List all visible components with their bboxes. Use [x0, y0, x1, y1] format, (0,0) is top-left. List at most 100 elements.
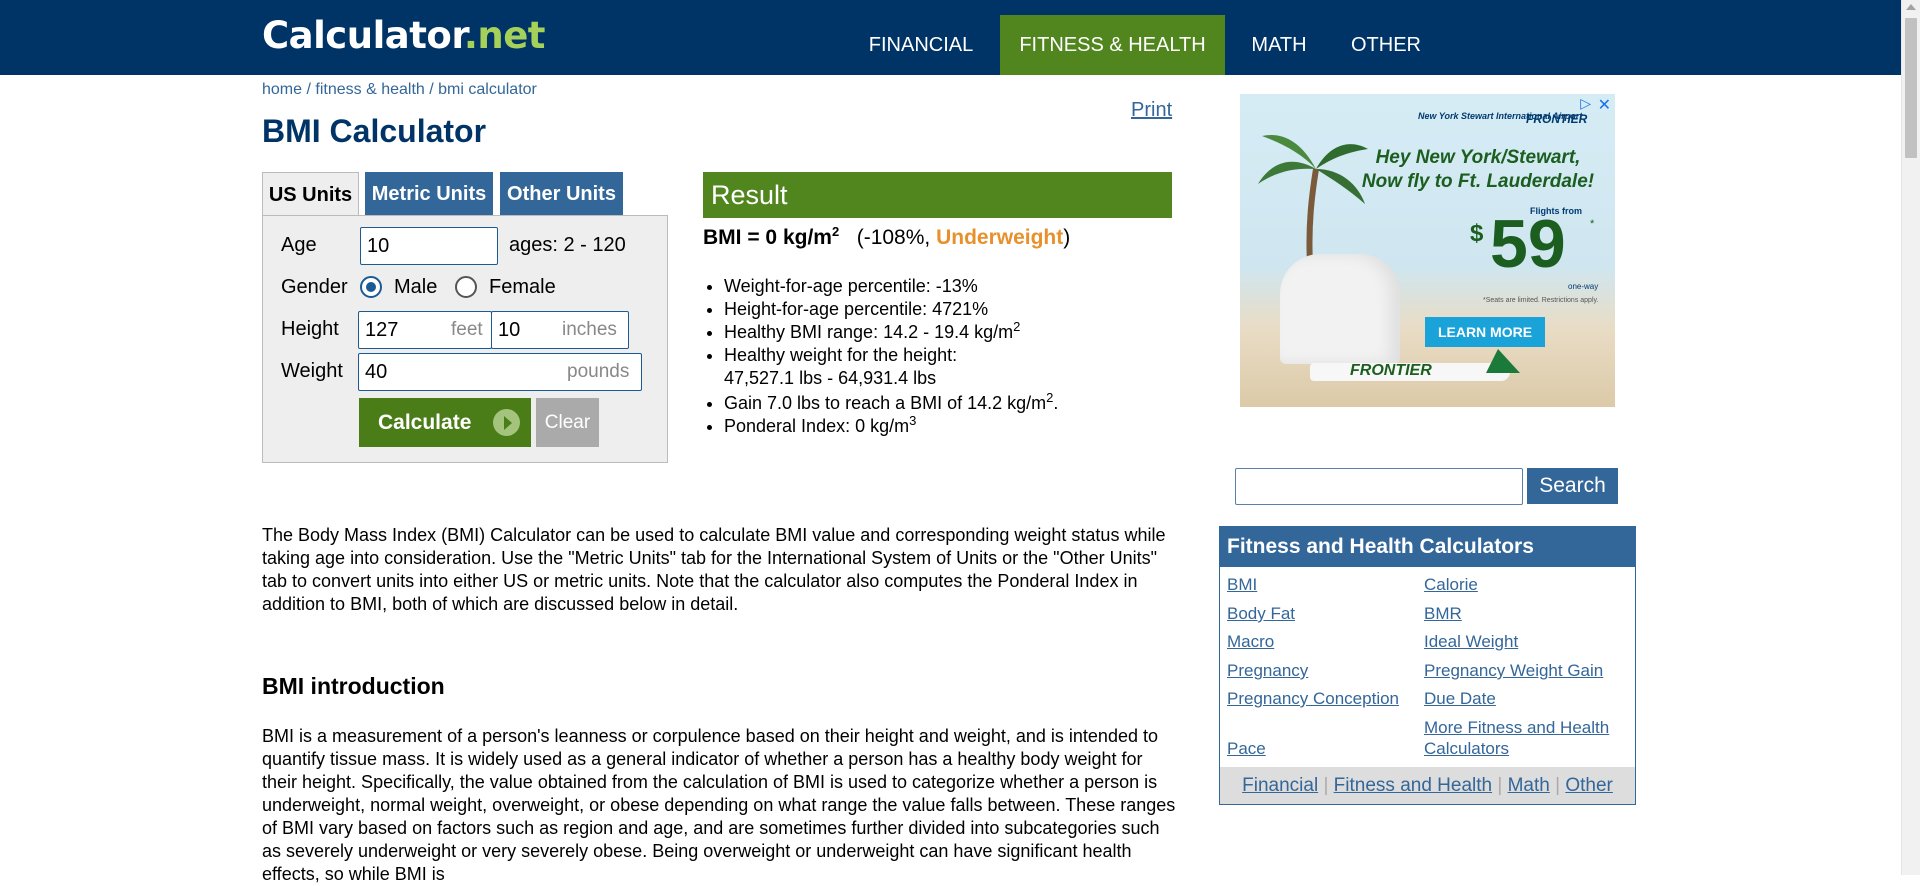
gender-female-radio[interactable] [455, 276, 477, 298]
gender-male-radio[interactable] [360, 276, 382, 298]
sidebar-link-macro[interactable]: Macro [1227, 631, 1274, 652]
gender-label: Gender [281, 276, 348, 298]
result-details-list: Weight-for-age percentile: -13% Height-f… [703, 275, 1184, 438]
sidebar-link-more-fitness[interactable]: More Fitness and Health Calculators [1424, 717, 1624, 759]
nav-other[interactable]: OTHER [1336, 15, 1436, 75]
logo-text-net: net [477, 14, 545, 57]
bmi-intro-paragraph: BMI is a measurement of a person's leann… [262, 726, 1176, 884]
list-item: Healthy weight for the height: 47,527.1 l… [724, 344, 1184, 390]
airplane-tail [1486, 349, 1520, 373]
ad-learn-more-button[interactable]: LEARN MORE [1425, 317, 1545, 347]
nav-financial[interactable]: FINANCIAL [857, 15, 985, 75]
footer-link-fitness-health[interactable]: Fitness and Health [1334, 775, 1492, 796]
weight-label: Weight [281, 360, 343, 382]
search-button[interactable]: Search [1527, 468, 1618, 504]
weight-unit: pounds [567, 361, 630, 382]
top-navigation-bar: Calculator.net FINANCIAL FITNESS & HEALT… [0, 0, 1901, 75]
logo-text-main: Calculator [262, 14, 464, 57]
print-link[interactable]: Print [1131, 99, 1172, 122]
sidebar-link-bmi[interactable]: BMI [1227, 574, 1257, 595]
list-item: Weight-for-age percentile: -13% [724, 275, 1184, 298]
tab-other-units[interactable]: Other Units [500, 172, 623, 216]
logo-text-dot: . [463, 14, 478, 57]
height-percentile: Height-for-age percentile: 4721% [724, 299, 989, 319]
clear-button[interactable]: Clear [536, 398, 599, 447]
airplane-image: FRONTIER [1310, 349, 1540, 389]
sidebar-link-ideal-weight[interactable]: Ideal Weight [1424, 631, 1518, 652]
sidebar-link-body-fat[interactable]: Body Fat [1227, 603, 1295, 624]
sidebar-title: Fitness and Health Calculators [1220, 527, 1635, 567]
intro-paragraph: The Body Mass Index (BMI) Calculator can… [262, 525, 1166, 614]
sidebar-link-pace[interactable]: Pace [1227, 738, 1266, 759]
bmi-text: BMI = 0 kg/m [703, 226, 832, 249]
section-heading: BMI introduction [262, 673, 445, 699]
footer-separator: | [1497, 775, 1503, 796]
ad-price: 59 [1490, 206, 1566, 282]
site-logo[interactable]: Calculator.net [262, 14, 545, 57]
sidebar-link-pregnancy-weight-gain[interactable]: Pregnancy Weight Gain [1424, 660, 1603, 681]
search-input[interactable] [1235, 468, 1523, 505]
breadcrumb-separator: / [429, 81, 434, 98]
list-item: Healthy BMI range: 14.2 - 19.4 kg/m2 [724, 319, 1184, 344]
height-label: Height [281, 318, 339, 340]
healthy-weight-label: Healthy weight for the height: [724, 345, 958, 365]
airplane-logo: FRONTIER [1350, 362, 1432, 379]
list-item: Ponderal Index: 0 kg/m3 [724, 413, 1184, 438]
tab-metric-units[interactable]: Metric Units [365, 172, 493, 216]
exponent: 3 [909, 413, 917, 428]
ad-choices-icon[interactable]: ▷ [1580, 95, 1591, 112]
scroll-up-arrow-icon[interactable] [1906, 4, 1916, 10]
ad-price-currency: $ [1470, 220, 1484, 247]
page-title: BMI Calculator [262, 113, 487, 149]
nav-math[interactable]: MATH [1237, 15, 1321, 75]
bmi-result-line: BMI = 0 kg/m2 (-108%, Underweight) [703, 224, 1071, 250]
exponent: 2 [1013, 319, 1021, 334]
period: . [1053, 393, 1059, 413]
breadcrumb-home[interactable]: home [262, 81, 302, 98]
bmi-value: BMI = 0 kg/m2 [703, 224, 840, 249]
age-hint: ages: 2 - 120 [509, 234, 626, 256]
bmi-exponent: 2 [831, 224, 840, 239]
footer-link-financial[interactable]: Financial [1242, 775, 1318, 796]
close-icon[interactable]: ✕ [1598, 95, 1611, 115]
tower-image [1280, 254, 1400, 364]
ad-one-way: one-way [1568, 282, 1599, 291]
age-input[interactable]: 10 [360, 227, 498, 265]
bmi-status-badge: Underweight [936, 226, 1064, 249]
list-item: Height-for-age percentile: 4721% [724, 298, 1184, 321]
footer-link-math[interactable]: Math [1508, 775, 1550, 796]
sidebar-link-due-date[interactable]: Due Date [1424, 688, 1496, 709]
breadcrumb-separator: / [306, 81, 311, 98]
sidebar-link-pregnancy[interactable]: Pregnancy [1227, 660, 1308, 681]
scrollbar-thumb[interactable] [1905, 18, 1917, 158]
tab-us-units[interactable]: US Units [262, 172, 359, 217]
breadcrumb-bmi-calculator[interactable]: bmi calculator [438, 81, 537, 98]
list-item: Gain 7.0 lbs to reach a BMI of 14.2 kg/m… [724, 391, 1184, 415]
calculate-button[interactable]: Calculate [359, 398, 531, 447]
weight-percentile: Weight-for-age percentile: -13% [724, 276, 978, 296]
footer-separator: | [1555, 775, 1561, 796]
sidebar-link-bmr[interactable]: BMR [1424, 603, 1462, 624]
bmi-percent: (-108%, [856, 226, 937, 249]
gender-male-label[interactable]: Male [394, 276, 437, 299]
nav-fitness-health[interactable]: FITNESS & HEALTH [1000, 15, 1225, 75]
breadcrumb-fitness-health[interactable]: fitness & health [315, 81, 424, 98]
sidebar-link-pregnancy-conception[interactable]: Pregnancy Conception [1227, 688, 1399, 709]
calculate-label: Calculate [378, 411, 472, 434]
healthy-bmi-range: Healthy BMI range: 14.2 - 19.4 kg/m [724, 322, 1014, 342]
sidebar-link-calorie[interactable]: Calorie [1424, 574, 1478, 595]
ponderal-index: Ponderal Index: 0 kg/m [724, 416, 910, 436]
height-inches-unit: inches [562, 319, 617, 340]
fitness-calculators-box: Fitness and Health Calculators BMI Calor… [1219, 526, 1636, 805]
gender-female-label[interactable]: Female [489, 276, 556, 299]
result-header: Result [703, 172, 1172, 218]
footer-link-other[interactable]: Other [1565, 775, 1613, 796]
sidebar-footer: Financial | Fitness and Health | Math | … [1220, 767, 1635, 804]
vertical-scrollbar[interactable] [1901, 0, 1920, 875]
footer-separator: | [1323, 775, 1329, 796]
ad-price-asterisk: * [1590, 218, 1595, 230]
ad-headline: Hey New York/Stewart, Now fly to Ft. Lau… [1361, 147, 1595, 192]
bmi-close-paren: ) [1063, 226, 1071, 249]
age-label: Age [281, 234, 317, 256]
advertisement[interactable]: ▷ ✕ New York Stewart International Airpo… [1240, 94, 1615, 407]
